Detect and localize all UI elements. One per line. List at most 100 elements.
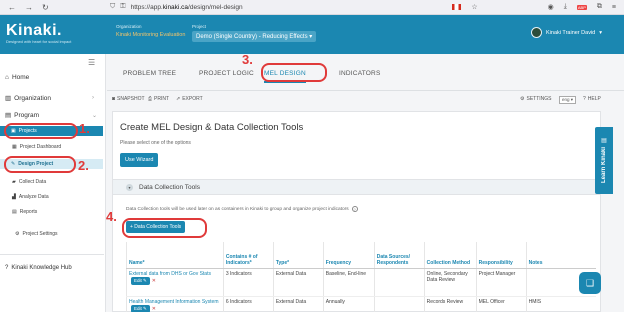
column-header[interactable]: Notes (525, 242, 596, 269)
callout-number-2: 2. (78, 158, 89, 173)
browser-actions: ☆ ◉ ⤓ ABP ⧉ ≡ (452, 3, 624, 11)
frequency-cell: Baseline, End-line (322, 268, 375, 297)
responsibility-cell: Project Manager (475, 268, 527, 297)
collapse-icon[interactable]: ▾ (126, 183, 133, 191)
mel-design-card: Create MEL Design & Data Collection Tool… (112, 111, 601, 312)
sources-cell (373, 296, 425, 312)
program-icon: ▤ (5, 112, 12, 119)
address-bar[interactable]: ⛉ ⚿ https://app.kinaki.ca/design/mel-des… (110, 3, 452, 11)
column-header[interactable]: Frequency (322, 242, 375, 269)
chevron-down-icon: ⌄ (92, 112, 98, 119)
delete-icon[interactable]: ✕ (152, 306, 156, 312)
help-icon[interactable]: ? (351, 206, 358, 212)
section-description: Data Collection tools will be used later… (126, 206, 358, 212)
tab-indicators[interactable]: INDICATORS (339, 70, 381, 77)
table-row: Health Management Information System Edi… (126, 296, 596, 312)
tab-problem-tree[interactable]: PROBLEM TREE (123, 70, 176, 77)
sidebar-item-home[interactable]: ⌂ Home (5, 74, 29, 81)
callout-projects (4, 123, 78, 139)
lock-icon: ⚿ (120, 3, 126, 10)
chevron-down-icon: ▾ (599, 29, 602, 36)
language-select[interactable]: eng ▾ (559, 96, 577, 104)
help-button[interactable]: ? HELP (583, 96, 601, 102)
callout-number-3: 3. (242, 52, 253, 67)
sidebar-item-project-settings[interactable]: ⚙ Project Settings (15, 231, 58, 237)
sidebar-item-knowledge-hub[interactable]: ? Kinaki Knowledge Hub (5, 265, 72, 271)
shield-icon: ⛉ (110, 3, 116, 10)
page-title: Create MEL Design & Data Collection Tool… (120, 122, 304, 133)
column-header[interactable]: Type* (272, 242, 324, 269)
reload-icon[interactable]: ↻ (42, 3, 49, 12)
sidebar-item-collect-data[interactable]: ▰ Collect Data (12, 179, 46, 185)
column-header[interactable]: Contains # of Indicators* (222, 242, 274, 269)
settings-button[interactable]: ⚙ SETTINGS (520, 96, 552, 102)
download-icon[interactable]: ⤓ (564, 3, 567, 11)
chevron-right-icon: › (92, 95, 94, 101)
name-cell: External data from DHS or Gov Stats Edit… (126, 268, 224, 297)
printer-icon: ⎙ (148, 96, 153, 102)
type-cell: External Data (272, 268, 324, 297)
sidebar-item-analyze-data[interactable]: ▟ Analyze Data (12, 194, 49, 200)
table-row: External data from DHS or Gov Stats Edit… (126, 268, 596, 297)
gear-icon: ⚙ (520, 96, 525, 102)
help-icon: ? (583, 96, 586, 102)
print-button[interactable]: ⎙ PRINT (148, 96, 169, 102)
snapshot-button[interactable]: ◙ SNAPSHOT (112, 96, 145, 102)
delete-icon[interactable]: ✕ (152, 278, 156, 284)
chat-button[interactable]: ❑ (579, 272, 601, 294)
sidebar-item-reports[interactable]: ▤ Reports (12, 209, 37, 215)
sidebar-item-organization[interactable]: ▥ Organization › (5, 94, 94, 103)
sidebar: ☰ ⌂ Home ▥ Organization › ▤ Program ⌄ ▣ Projec… (0, 54, 106, 312)
use-wizard-button[interactable]: Use Wizard (120, 153, 159, 167)
callout-mel-design-tab (261, 63, 327, 82)
sidebar-divider (0, 254, 104, 255)
column-header[interactable]: Name* (126, 242, 224, 269)
responsibility-cell: MEL Officer (475, 296, 527, 312)
indicators-cell: 6 Indicators (222, 296, 274, 312)
user-menu[interactable]: Kinaki Trainer David ▾ (531, 27, 602, 38)
app-header: Kinaki. Designed with heart for social i… (0, 15, 624, 54)
method-cell: Online, Secondary Data Review (423, 268, 477, 297)
column-header[interactable]: Data Sources/ Respondents (373, 242, 425, 269)
name-cell: Health Management Information System Edi… (126, 296, 224, 312)
menu-icon[interactable]: ≡ (612, 4, 616, 11)
hamburger-icon[interactable]: ☰ (88, 58, 95, 67)
callout-number-4: 4. (106, 209, 117, 224)
tool-name-link[interactable]: External data from DHS or Gov Stats (129, 271, 211, 277)
question-icon: ? (5, 265, 9, 271)
export-icon: ⇗ (176, 96, 181, 102)
type-cell: External Data (272, 296, 324, 312)
star-icon[interactable]: ☆ (471, 3, 477, 11)
organization-selector[interactable]: Organization Kinaki Monitoring Evaluatio… (116, 24, 185, 38)
report-icon: ▤ (12, 209, 17, 215)
pocket-icon[interactable]: ◉ (548, 3, 554, 11)
edit-button[interactable]: Edit ✎ (131, 304, 150, 312)
edit-button[interactable]: Edit ✎ (131, 276, 150, 285)
export-button[interactable]: ⇗ EXPORT (176, 96, 203, 102)
page-subtitle: Please select one of the options (120, 140, 191, 146)
column-header[interactable]: Responsibility (475, 242, 527, 269)
tab-project-logic[interactable]: PROJECT LOGIC (199, 70, 254, 77)
canada-flag-icon (452, 4, 462, 10)
chevron-down-icon: ▾ (309, 34, 313, 40)
indicators-cell: 3 Indicators (222, 268, 274, 297)
chart-icon: ▟ (12, 194, 16, 200)
home-icon: ⌂ (5, 74, 9, 81)
sidebar-item-project-dashboard[interactable]: ▦ Project Dashboard (12, 144, 61, 150)
gear-icon: ⚙ (15, 231, 20, 237)
learn-kinaki-tab[interactable]: ▤ Learn Kinaki (595, 127, 613, 194)
frequency-cell: Annually (322, 296, 375, 312)
forward-icon[interactable]: → (25, 3, 33, 12)
project-selector[interactable]: Project Demo (Single Country) - Reducing… (192, 24, 317, 42)
puzzle-icon[interactable]: ⧉ (597, 3, 602, 11)
column-header[interactable]: Collection Method (423, 242, 477, 269)
kinaki-logo[interactable]: Kinaki. Designed with heart for social i… (6, 22, 71, 44)
table-header-row: Name* Contains # of Indicators* Type* Fr… (126, 242, 596, 269)
tool-name-link[interactable]: Health Management Information System (129, 299, 219, 305)
sidebar-item-program[interactable]: ▤ Program ⌄ (5, 111, 97, 120)
data-collection-section-header[interactable]: ▾ Data Collection Tools (113, 179, 600, 195)
back-icon[interactable]: ← (8, 3, 16, 12)
page-toolbar: ◙ SNAPSHOT ⎙ PRINT ⇗ EXPORT ⚙ SETTINGS eng ▾… (112, 96, 620, 106)
extension-icon[interactable]: ABP (576, 4, 587, 11)
chat-icon: ❑ (585, 277, 595, 288)
